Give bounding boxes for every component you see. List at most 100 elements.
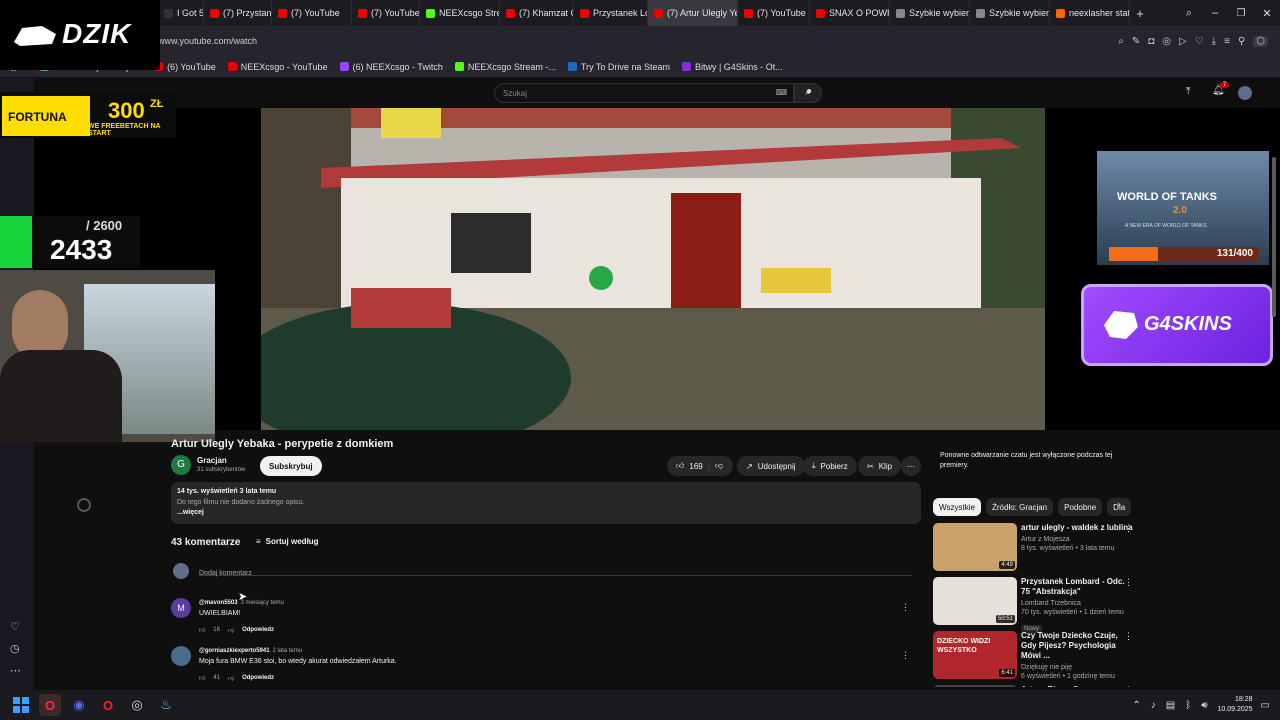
channel-avatar[interactable]: G: [171, 455, 191, 475]
browser-tab[interactable]: neexlasher stat: [1050, 0, 1130, 26]
filter-chip[interactable]: Podobne: [1058, 498, 1103, 516]
opera-icon[interactable]: O: [97, 694, 119, 716]
suggested-video[interactable]: 4:49 artur ulegly - waldek z lublina Artur…: [933, 523, 1133, 573]
browser-tab[interactable]: (7) Khamzat Ch: [500, 0, 574, 26]
video-thumbnail[interactable]: [933, 685, 1017, 687]
mic-tray-icon[interactable]: ♪: [1151, 700, 1156, 711]
edit-icon[interactable]: ✎: [1132, 36, 1140, 47]
more-icon[interactable]: ⋯: [10, 664, 21, 677]
browser-tab[interactable]: SNAX O POWR: [810, 0, 890, 26]
video-thumbnail[interactable]: 4:49: [933, 523, 1017, 571]
like-icon[interactable]: 👍︎: [676, 461, 684, 471]
browser-tab[interactable]: I Got 5 C: [158, 0, 204, 26]
reply-button[interactable]: Odpowiedz: [242, 675, 274, 681]
filter-chip[interactable]: Wszystkie: [933, 498, 981, 516]
network-icon[interactable]: ▤: [1166, 700, 1175, 711]
browser-tab[interactable]: (7) Przystanek: [204, 0, 272, 26]
clip-button[interactable]: ✂ Klip: [858, 456, 902, 476]
url-field[interactable]: www.youtube.com/watch: [158, 36, 758, 46]
browser-tab[interactable]: NEEXcsgo Strea: [420, 0, 500, 26]
notification-center-icon[interactable]: ▭: [1261, 700, 1270, 711]
dislike-icon[interactable]: 👎︎: [228, 674, 234, 682]
like-icon[interactable]: 👍︎: [199, 674, 205, 682]
bookmark-item[interactable]: Bitwy | G4Skins - Ot...: [681, 62, 783, 72]
more-actions-button[interactable]: ⋯: [901, 456, 921, 476]
history-icon[interactable]: ◷: [10, 642, 20, 655]
comment-avatar[interactable]: [171, 646, 191, 666]
like-count[interactable]: 169: [689, 462, 702, 471]
search-tabs-icon[interactable]: ⌕: [1176, 7, 1202, 20]
minimize-icon[interactable]: –: [1202, 7, 1228, 19]
video-thumbnail[interactable]: 50:51: [933, 577, 1017, 625]
opera-gx-icon[interactable]: O: [39, 694, 61, 716]
comment-menu-icon[interactable]: ⋮: [901, 602, 910, 613]
comment-author[interactable]: @gorniaszkiexperto5941: [199, 648, 270, 654]
comment-author[interactable]: @mavon5503: [199, 600, 238, 606]
suggestion-title[interactable]: artur ulegly - waldek z lublina: [1021, 523, 1133, 533]
sort-button[interactable]: ≡ Sortuj według: [256, 537, 319, 546]
browser-tab[interactable]: (7) YouTube: [738, 0, 810, 26]
share-button[interactable]: ↗ Udostępnij: [737, 456, 805, 476]
menu-icon[interactable]: ≡: [1224, 36, 1230, 47]
suggestion-title[interactable]: Przystanek Lombard - Odc. 75 "Abstrakcja…: [1021, 577, 1133, 597]
browser-tab[interactable]: Szybkie wybier: [890, 0, 970, 26]
suggested-video[interactable]: DZIECKO WIDZI WSZYSTKO 6:41 Czy Twoje Dzie…: [933, 631, 1133, 681]
heart-icon[interactable]: ♡: [1195, 36, 1204, 47]
steam-icon[interactable]: ♨: [155, 694, 177, 716]
download-button[interactable]: ⤓ Pobierz: [803, 456, 857, 476]
dislike-icon[interactable]: 👎︎: [228, 626, 234, 634]
browser-tab[interactable]: (7) YouTube: [352, 0, 420, 26]
browser-tab[interactable]: (7) Artur Ulegly Yeba: [648, 0, 738, 26]
suggestion-channel[interactable]: Lombard Trzebnica: [1021, 599, 1133, 608]
suggestion-menu-icon[interactable]: ⋮: [1124, 685, 1133, 687]
comment-avatar[interactable]: M: [171, 598, 191, 618]
tray-chevron-icon[interactable]: ⌃: [1132, 700, 1140, 711]
bookmark-item[interactable]: (6) NEEXcsgo - Twitch: [339, 62, 443, 72]
bookmark-item[interactable]: Try To Drive na Steam: [567, 62, 670, 72]
zoom-icon[interactable]: ⌕: [1118, 36, 1124, 47]
clock[interactable]: 18:28 10.09.2025: [1218, 695, 1253, 715]
close-window-icon[interactable]: ✕: [1254, 7, 1280, 20]
page-scrollbar[interactable]: [1272, 155, 1276, 685]
browser-tab[interactable]: (7) YouTube: [272, 0, 352, 26]
maximize-icon[interactable]: ❐: [1228, 8, 1254, 19]
subscribe-button[interactable]: Subskrybuj: [260, 456, 322, 476]
suggestion-channel[interactable]: Artur z Mojesza: [1021, 535, 1133, 544]
suggested-video[interactable]: Artur - Biografia⋮: [933, 685, 1133, 687]
download-icon[interactable]: ⤓: [1212, 36, 1216, 47]
search-box[interactable]: Szukaj ⌨: [494, 83, 794, 103]
suggestion-channel[interactable]: Dziękuję nie piję: [1021, 663, 1133, 672]
browser-tab[interactable]: Szybkie wybier: [970, 0, 1050, 26]
voice-search-icon[interactable]: ●: [806, 86, 812, 97]
browser-tab[interactable]: Przystanek Lom: [574, 0, 648, 26]
like-icon[interactable]: 👍︎: [199, 626, 205, 634]
description-box[interactable]: 14 tys. wyświetleń 3 lata temu Do tego f…: [171, 482, 921, 524]
heart-icon[interactable]: ♡: [10, 620, 20, 633]
dislike-icon[interactable]: 👎︎: [715, 461, 723, 471]
bookmark-item[interactable]: (6) YouTube: [154, 62, 216, 72]
comment-menu-icon[interactable]: ⋮: [901, 650, 910, 661]
reply-button[interactable]: Odpowiedz: [242, 627, 274, 633]
shield-icon[interactable]: ◎: [1162, 36, 1171, 47]
chips-next-icon[interactable]: ›: [1117, 499, 1120, 510]
add-comment-input[interactable]: Dodaj komentarz: [199, 562, 912, 577]
suggestion-menu-icon[interactable]: ⋮: [1124, 577, 1133, 588]
suggestion-menu-icon[interactable]: ⋮: [1124, 631, 1133, 642]
search-input[interactable]: Szukaj: [503, 89, 527, 98]
upload-icon[interactable]: ⤒: [1186, 86, 1190, 97]
video-thumbnail[interactable]: DZIECKO WIDZI WSZYSTKO 6:41: [933, 631, 1017, 679]
avatar[interactable]: [1238, 86, 1252, 100]
play-icon[interactable]: ▷: [1179, 36, 1187, 47]
suggestion-title[interactable]: Artur - Biografia: [1021, 685, 1133, 687]
obs-icon[interactable]: ◎: [126, 694, 148, 716]
camera-icon[interactable]: ◘: [1148, 36, 1154, 47]
keyboard-icon[interactable]: ⌨: [775, 88, 787, 97]
suggestion-title[interactable]: Czy Twoje Dziecko Czuje, Gdy Pijesz? Psy…: [1021, 631, 1133, 661]
suggested-video[interactable]: 50:51 Przystanek Lombard - Odc. 75 "Abstr…: [933, 577, 1133, 633]
profile-icon[interactable]: ⚲: [1238, 36, 1245, 47]
show-more-link[interactable]: ...więcej: [177, 509, 204, 516]
new-tab-button[interactable]: +: [1130, 6, 1150, 21]
bluetooth-icon[interactable]: ᛒ: [1185, 700, 1191, 711]
bookmark-item[interactable]: NEEXcsgo Stream -...: [454, 62, 556, 72]
volume-icon[interactable]: 🔊︎: [1201, 700, 1207, 711]
